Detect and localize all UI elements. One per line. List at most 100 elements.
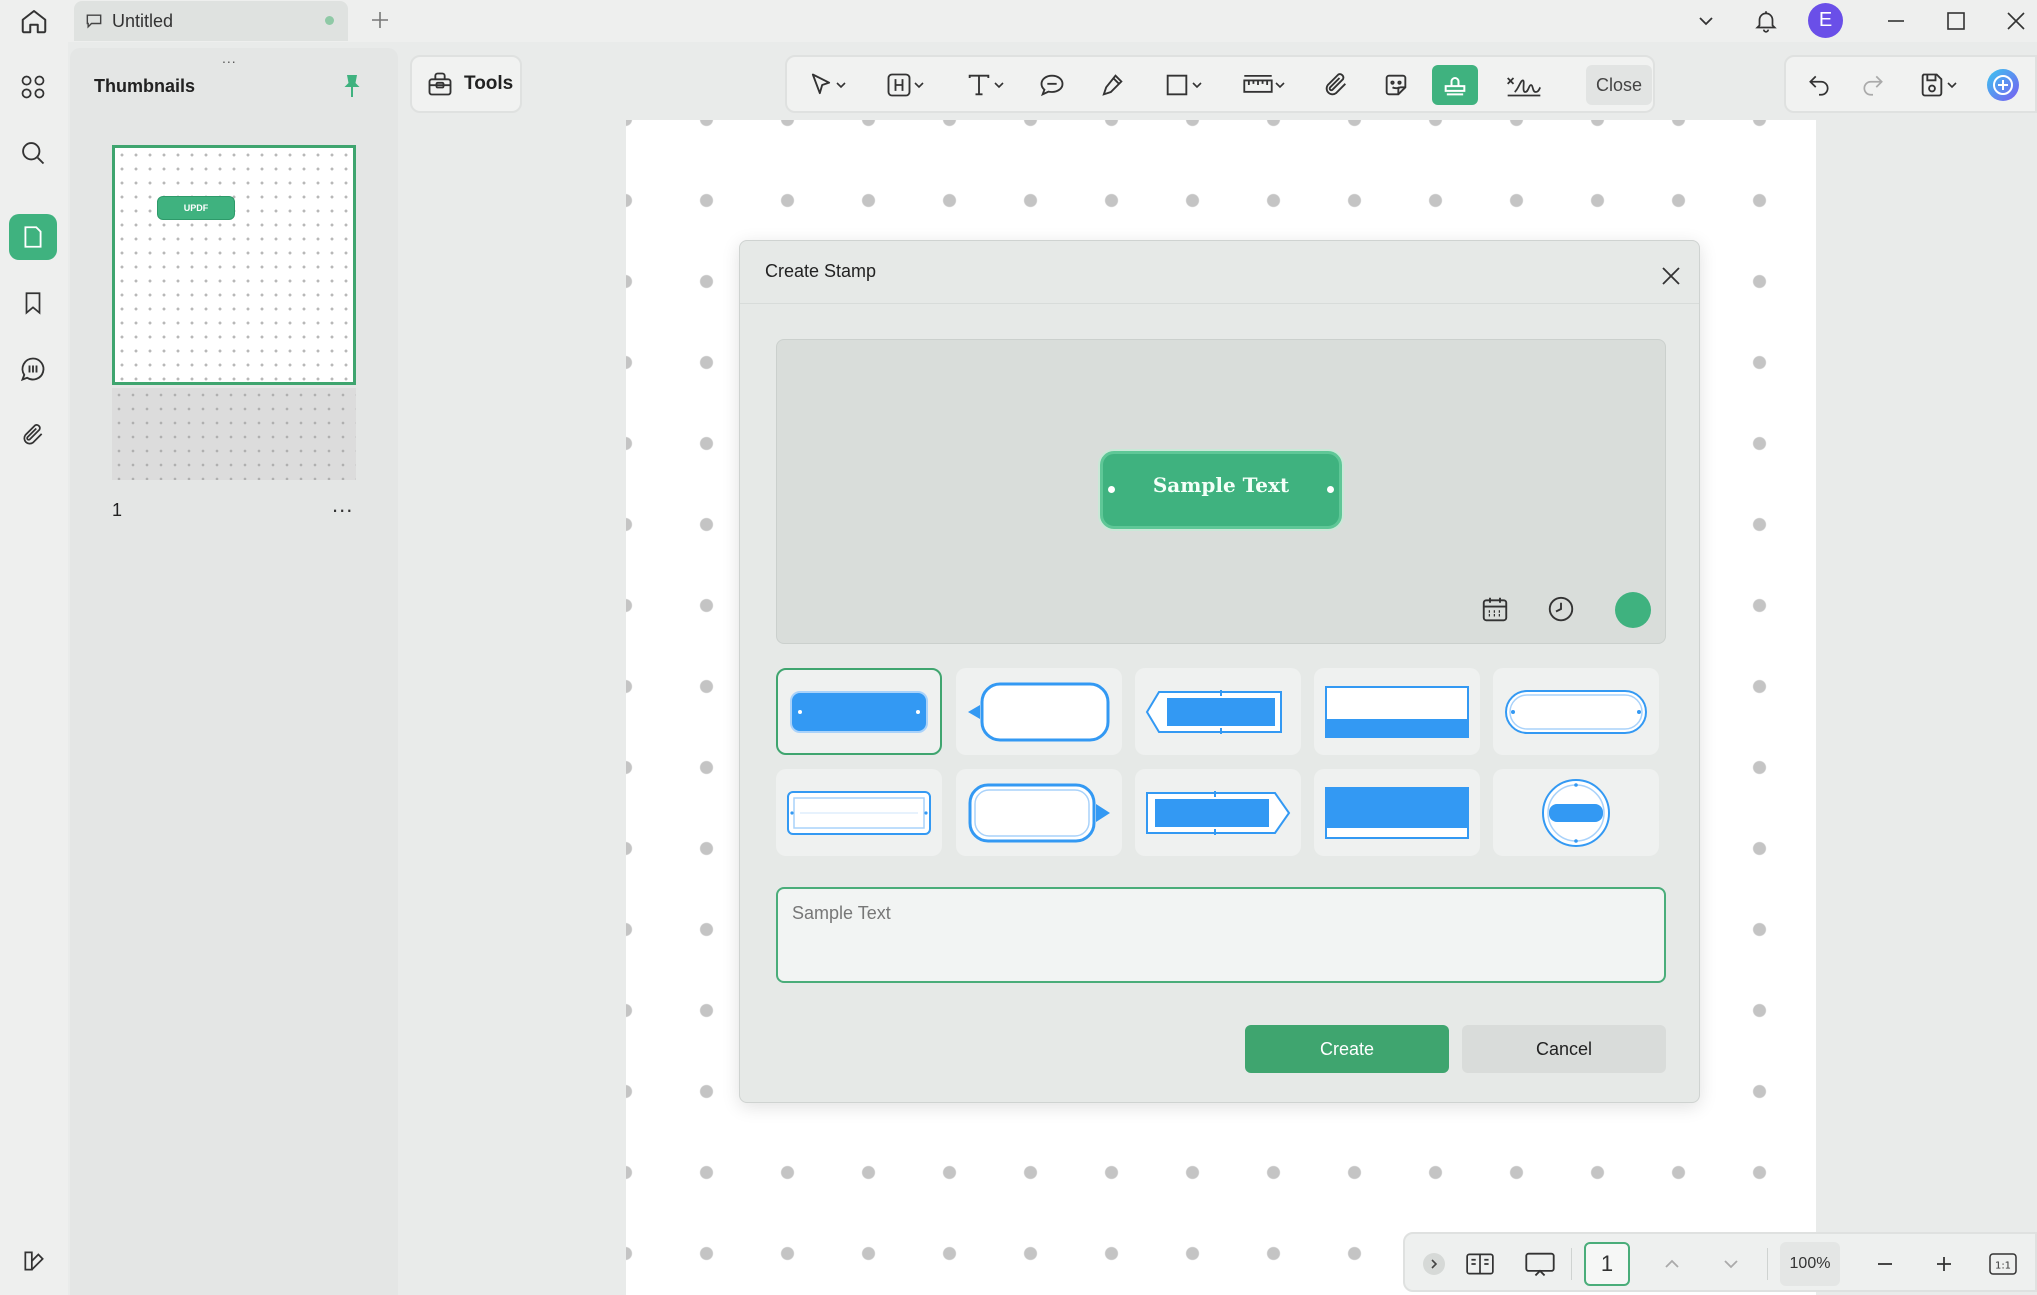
minimize-icon [1885,10,1907,32]
stamp-style-arrow-filled [1143,788,1293,838]
stamp-style-option[interactable] [1135,668,1301,755]
zoom-out-button[interactable] [1867,1244,1903,1284]
next-page-button[interactable] [1713,1244,1749,1284]
search-button[interactable] [9,130,57,176]
pencil-tool[interactable] [1091,65,1133,105]
document-tab[interactable]: Untitled [74,1,348,41]
close-toolbar-button[interactable]: Close [1586,65,1652,105]
thumbnail-continuation [112,388,356,480]
sticker-tool[interactable] [1375,65,1417,105]
undo-button[interactable] [1798,65,1840,105]
pin-panel-button[interactable] [336,70,368,102]
stamp-style-option[interactable] [956,668,1122,755]
tabs-dropdown-button[interactable] [1686,4,1726,38]
stamp-style-option[interactable] [1493,769,1659,856]
panel-grip[interactable]: ... [222,50,237,66]
page-thumbnail[interactable]: UPDF [112,145,356,385]
cursor-icon [807,71,835,99]
bookmark-icon [20,290,46,316]
current-page-input[interactable]: 1 [1584,1242,1630,1286]
signature-icon [1505,71,1543,99]
panel-title: Thumbnails [94,76,195,97]
thumbnails-button[interactable] [9,214,57,260]
close-icon [2005,10,2027,32]
previous-page-button[interactable] [1654,1244,1690,1284]
layers-icon [21,1248,47,1274]
comment-tool[interactable] [1031,65,1073,105]
stamp-text-input[interactable] [776,887,1666,983]
book-layout-icon [1465,1251,1495,1277]
home-button[interactable] [14,4,54,38]
insert-time-button[interactable] [1545,593,1577,625]
create-button[interactable]: Create [1245,1025,1449,1073]
chevron-down-icon [993,79,1005,91]
actual-size-label: 1:1 [1995,1261,2011,1272]
new-tab-button[interactable] [366,6,394,34]
stamp-style-option[interactable] [1314,668,1480,755]
close-icon [1660,265,1682,287]
insert-date-button[interactable] [1479,593,1511,625]
ai-assistant-button[interactable] [1982,65,2024,105]
stamp-style-option[interactable] [1135,769,1301,856]
divider [1571,1248,1572,1280]
redo-button[interactable] [1852,65,1894,105]
stamp-style-grid [776,668,1666,860]
select-tool[interactable] [797,65,857,105]
minimize-button[interactable] [1876,4,1916,38]
zoom-level[interactable]: 100% [1780,1242,1840,1286]
expand-bar-button[interactable] [1419,1244,1449,1284]
stamp-tool[interactable] [1432,65,1478,105]
dialog-divider [740,303,1699,304]
attach-tool[interactable] [1315,65,1357,105]
preview-stamp-text: Sample Text [1153,473,1289,497]
attachments-button[interactable] [9,412,57,458]
highlight-tool[interactable] [875,65,935,105]
unsaved-indicator [325,16,334,25]
redo-icon [1860,72,1886,98]
save-button[interactable] [1908,65,1968,105]
page-layout-button[interactable] [1457,1244,1503,1284]
text-icon [965,71,993,99]
settings-button[interactable] [16,1243,52,1279]
text-tool[interactable] [955,65,1015,105]
toolbox-icon [426,70,454,98]
stamp-style-double-outline [786,788,932,838]
tools-button[interactable]: Tools [410,55,522,113]
stamp-style-pill-outline [1503,687,1649,737]
measure-tool[interactable] [1233,65,1295,105]
pin-icon [340,73,364,99]
actual-size-button[interactable]: 1:1 [1983,1244,2023,1284]
stamp-dot [1327,486,1334,493]
quick-actions-toolbar [1784,55,2037,113]
maximize-button[interactable] [1936,4,1976,38]
maximize-icon [1945,10,1967,32]
stamp-dot [1108,486,1115,493]
stamp-style-option[interactable] [776,769,942,856]
bookmarks-button[interactable] [9,280,57,326]
page-more-button[interactable]: ... [332,492,353,518]
shape-tool[interactable] [1153,65,1213,105]
thumbnail-stamp: UPDF [157,196,235,220]
save-icon [1918,71,1946,99]
notifications-button[interactable] [1746,4,1786,38]
title-bar: Untitled E [0,0,2037,42]
sticker-icon [1382,71,1410,99]
apps-button[interactable] [9,64,57,110]
stamp-style-option[interactable] [1314,769,1480,856]
dialog-close-button[interactable] [1656,261,1686,291]
comments-button[interactable] [9,346,57,392]
stamp-style-option[interactable] [1493,668,1659,755]
presentation-button[interactable] [1517,1244,1563,1284]
calendar-icon [1480,594,1510,624]
paperclip-icon [1322,71,1350,99]
ai-assistant-icon [1985,67,2021,103]
user-avatar[interactable]: E [1808,3,1843,38]
stamp-color-picker[interactable] [1615,592,1651,628]
cancel-button[interactable]: Cancel [1462,1025,1666,1073]
stamp-style-option[interactable] [956,769,1122,856]
close-window-button[interactable] [1996,4,2036,38]
zoom-in-button[interactable] [1926,1244,1962,1284]
stamp-style-option[interactable] [776,668,942,755]
stamp-style-circle-badge [1539,776,1613,850]
signature-tool[interactable] [1499,65,1549,105]
